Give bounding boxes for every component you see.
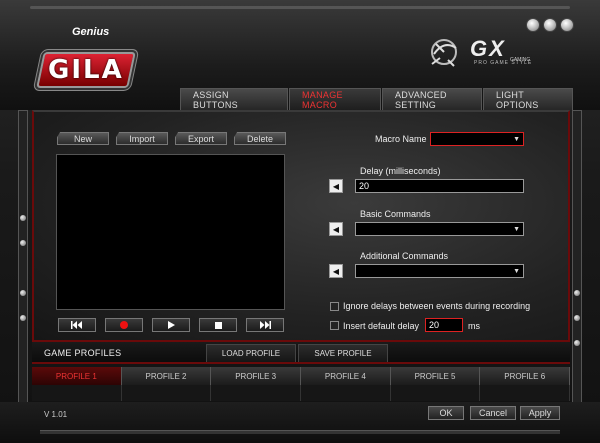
default-delay-input[interactable]: 20 [425, 318, 463, 332]
macro-name-select[interactable]: ▼ [430, 132, 524, 146]
rivet [574, 340, 580, 346]
ignore-delays-label: Ignore delays between events during reco… [343, 301, 531, 311]
tab-advanced-setting[interactable]: ADVANCED SETTING [382, 88, 482, 110]
insert-delay-button[interactable]: ◀ [329, 179, 343, 193]
apply-button[interactable]: Apply [520, 406, 560, 420]
rivet [20, 315, 26, 321]
fast-forward-button[interactable] [246, 318, 284, 332]
profile-slot [32, 385, 122, 401]
profile-slot [122, 385, 212, 401]
ignore-delays-checkbox[interactable] [330, 302, 339, 311]
right-rail [572, 110, 582, 410]
arrow-left-icon: ◀ [332, 224, 340, 234]
default-delay-unit: ms [468, 321, 480, 331]
arrow-left-icon: ◀ [332, 181, 340, 191]
window-close-button[interactable] [560, 18, 574, 32]
rewind-icon [71, 321, 82, 329]
version-label: V 1.01 [44, 410, 68, 419]
delete-macro-button[interactable]: Delete [234, 132, 286, 145]
profile-tabs: PROFILE 1 PROFILE 2 PROFILE 3 PROFILE 4 … [32, 367, 571, 385]
profile-slots [32, 385, 571, 401]
chevron-down-icon: ▼ [513, 268, 520, 275]
basic-commands-label: Basic Commands [360, 209, 431, 219]
stop-icon [214, 321, 222, 329]
stop-button[interactable] [199, 318, 237, 332]
insert-basic-command-button[interactable]: ◀ [329, 222, 343, 236]
tab-assign-buttons[interactable]: ASSIGN BUTTONS [180, 88, 288, 110]
left-rail [18, 110, 28, 410]
insert-additional-command-button[interactable]: ◀ [329, 264, 343, 278]
additional-commands-label: Additional Commands [360, 251, 449, 261]
profile-tab-2[interactable]: PROFILE 2 [121, 367, 212, 385]
game-profiles-title: GAME PROFILES [44, 348, 122, 358]
delay-input[interactable]: 20 [355, 179, 524, 193]
tab-manage-macro[interactable]: MANAGE MACRO [289, 88, 381, 110]
profile-slot [391, 385, 481, 401]
delay-label: Delay (milliseconds) [360, 166, 441, 176]
insert-default-delay-checkbox[interactable] [330, 321, 339, 330]
gx-logo: GX [470, 36, 506, 61]
main-tabs: ASSIGN BUTTONS MANAGE MACRO ADVANCED SET… [180, 88, 574, 110]
record-button[interactable] [105, 318, 143, 332]
rivet [20, 215, 26, 221]
ok-button[interactable]: OK [428, 406, 464, 420]
import-macro-button[interactable]: Import [116, 132, 168, 145]
bottom-rail [40, 430, 560, 434]
profile-tab-1[interactable]: PROFILE 1 [32, 367, 122, 385]
macro-name-label: Macro Name [375, 134, 427, 144]
profile-tab-4[interactable]: PROFILE 4 [301, 367, 391, 385]
gx-tagline: PRO GAME STYLE [474, 60, 533, 66]
additional-commands-select[interactable]: ▼ [355, 264, 524, 278]
play-button[interactable] [152, 318, 190, 332]
load-profile-button[interactable]: LOAD PROFILE [206, 344, 296, 362]
profile-tab-3[interactable]: PROFILE 3 [211, 367, 302, 385]
fast-forward-icon [260, 321, 271, 329]
genius-logo: Genius [72, 26, 110, 38]
chevron-down-icon: ▼ [513, 226, 520, 233]
rivet [574, 315, 580, 321]
rivet [20, 290, 26, 296]
profile-slot [480, 385, 571, 401]
insert-default-delay-label: Insert default delay [343, 321, 420, 331]
save-profile-button[interactable]: SAVE PROFILE [298, 344, 388, 362]
rivet [574, 290, 580, 296]
arrow-left-icon: ◀ [332, 266, 340, 276]
scorpion-logo-icon [431, 39, 457, 67]
profile-tab-5[interactable]: PROFILE 5 [390, 367, 481, 385]
profile-slot [301, 385, 391, 401]
export-macro-button[interactable]: Export [175, 132, 227, 145]
record-icon [120, 321, 128, 329]
gila-logo: GILA [36, 52, 136, 88]
rivet [20, 240, 26, 246]
tab-light-options[interactable]: LIGHT OPTIONS [483, 88, 573, 110]
play-icon [167, 321, 175, 329]
window-button-2[interactable] [543, 18, 557, 32]
app-window: Genius GILA GX GAMING PRO GAME STYLE ASS… [0, 0, 600, 443]
chevron-down-icon: ▼ [513, 136, 520, 143]
profile-slot [211, 385, 302, 401]
macro-events-list[interactable] [56, 154, 285, 310]
new-macro-button[interactable]: New [57, 132, 109, 145]
basic-commands-select[interactable]: ▼ [355, 222, 524, 236]
profile-tab-6[interactable]: PROFILE 6 [480, 367, 571, 385]
rewind-button[interactable] [58, 318, 96, 332]
cancel-button[interactable]: Cancel [470, 406, 516, 420]
window-button-1[interactable] [526, 18, 540, 32]
